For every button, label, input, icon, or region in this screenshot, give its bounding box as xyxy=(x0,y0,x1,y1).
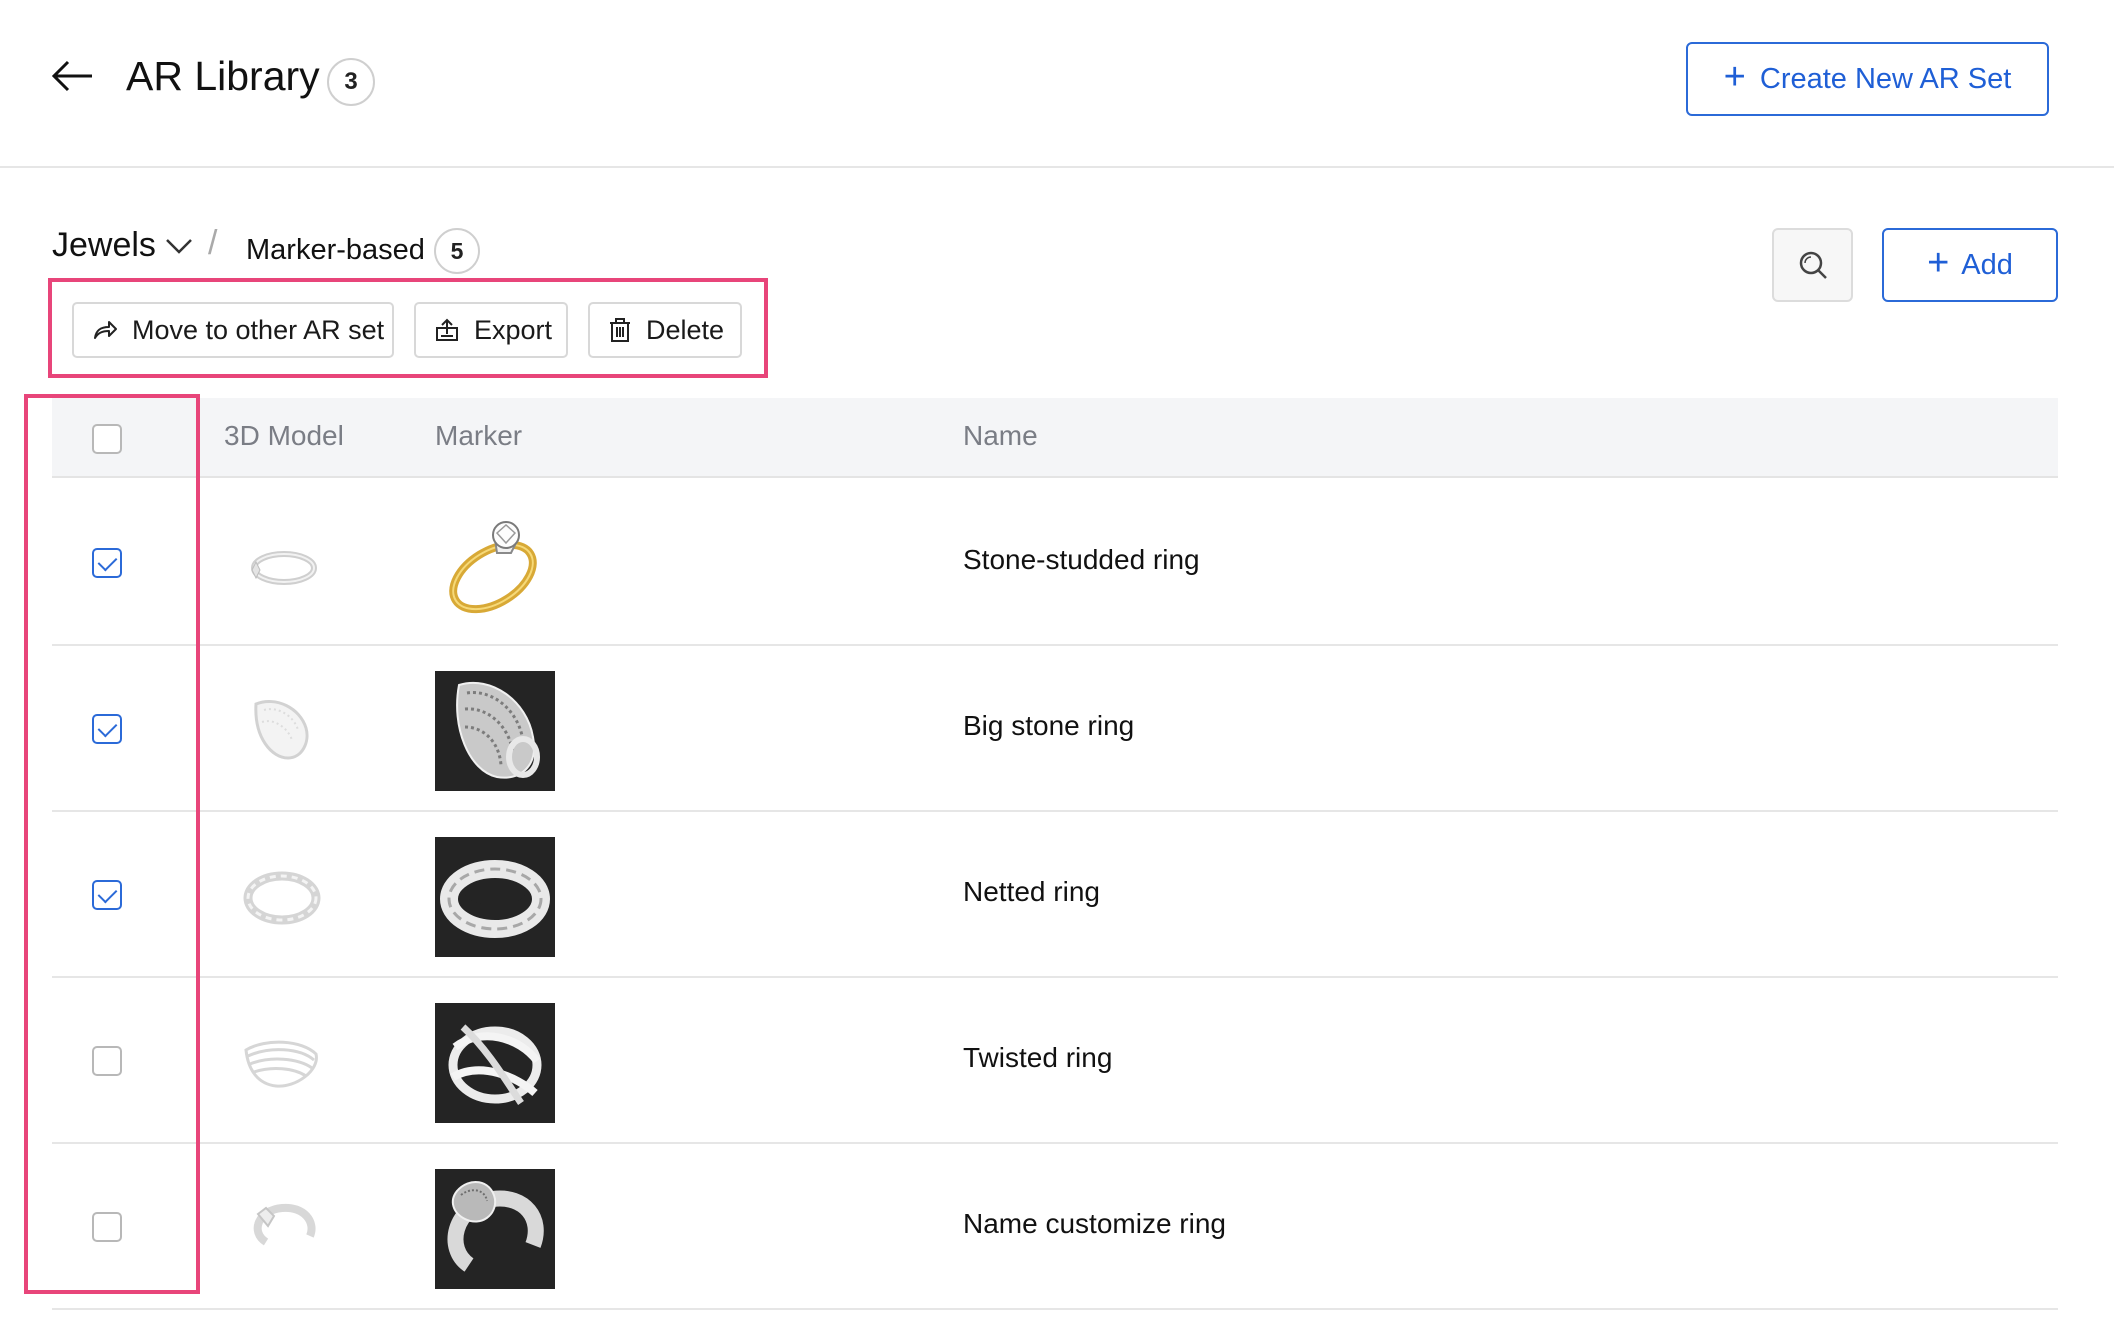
export-icon xyxy=(436,318,458,341)
move-to-other-ar-set-button[interactable]: Move to other AR set xyxy=(72,302,394,358)
row-name: Twisted ring xyxy=(963,1042,1113,1073)
row-name: Big stone ring xyxy=(963,710,1135,741)
3d-model-thumbnail xyxy=(254,700,309,760)
move-to-other-ar-set-label: Move to other AR set xyxy=(132,314,385,345)
export-button[interactable]: Export xyxy=(414,302,568,358)
row-name: Stone-studded ring xyxy=(963,544,1200,575)
plus-icon: + xyxy=(1723,56,1746,98)
marker-image xyxy=(435,837,555,957)
table-header-row: 3D Model Marker Name xyxy=(52,398,2058,478)
marker-image xyxy=(435,671,555,791)
delete-label: Delete xyxy=(646,314,725,345)
table-row[interactable]: Netted ring xyxy=(52,812,2058,978)
row-name: Name customize ring xyxy=(963,1208,1226,1239)
create-new-ar-set-label: Create New AR Set xyxy=(1759,62,2012,95)
search-button[interactable] xyxy=(1772,228,1853,302)
marker-image xyxy=(449,521,537,614)
table-row[interactable]: Stone-studded ring xyxy=(52,480,2058,646)
plus-icon: + xyxy=(1927,242,1950,284)
share-arrow-icon xyxy=(94,321,117,339)
3d-model-thumbnail xyxy=(253,1203,316,1246)
column-header-3d-model: 3D Model xyxy=(224,420,344,451)
export-label: Export xyxy=(474,314,553,345)
add-label: Add xyxy=(1961,248,2013,281)
delete-button[interactable]: Delete xyxy=(588,302,742,358)
breadcrumb-current: Marker-based xyxy=(246,234,425,266)
table-row[interactable]: Name customize ring xyxy=(52,1144,2058,1310)
ar-set-count-badge: 3 xyxy=(327,58,375,106)
column-header-name: Name xyxy=(963,420,1038,451)
search-icon xyxy=(1799,251,1827,279)
marker-image xyxy=(435,1169,555,1289)
add-button[interactable]: + Add xyxy=(1882,228,2058,302)
item-count-badge: 5 xyxy=(434,228,480,274)
arrow-left-icon[interactable] xyxy=(50,56,94,96)
table-row[interactable]: Big stone ring xyxy=(52,646,2058,812)
3d-model-thumbnail xyxy=(251,551,317,585)
trash-icon xyxy=(610,318,630,342)
3d-model-thumbnail xyxy=(243,871,321,925)
chevron-down-icon[interactable] xyxy=(164,234,194,258)
breadcrumb-parent-ar-set[interactable]: Jewels xyxy=(52,226,156,265)
page-header: AR Library 3 + Create New AR Set xyxy=(0,0,2114,168)
marker-image xyxy=(435,1003,555,1123)
breadcrumb-separator: / xyxy=(208,224,218,262)
checkbox-column-highlight-frame xyxy=(24,394,200,1294)
page-title: AR Library xyxy=(126,53,320,99)
3d-model-thumbnail xyxy=(244,1040,318,1088)
row-name: Netted ring xyxy=(963,876,1100,907)
column-header-marker: Marker xyxy=(435,420,523,451)
table-row[interactable]: Twisted ring xyxy=(52,978,2058,1144)
create-new-ar-set-button[interactable]: + Create New AR Set xyxy=(1686,42,2049,116)
